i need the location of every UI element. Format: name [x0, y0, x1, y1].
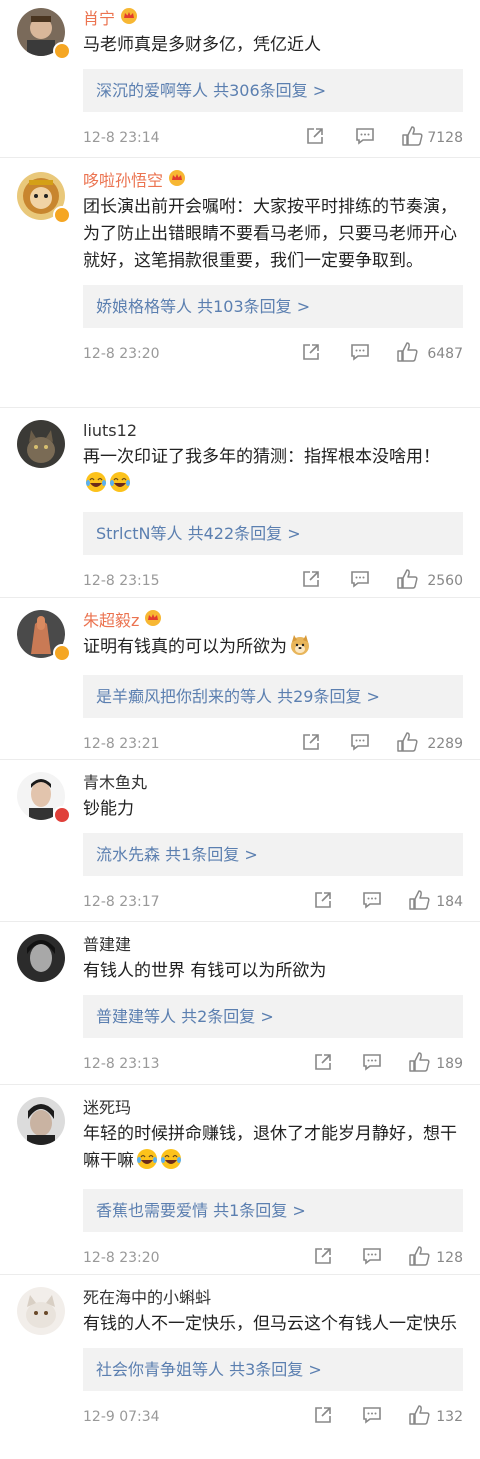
share-icon[interactable]	[301, 569, 321, 593]
comment-icon[interactable]	[362, 1246, 382, 1270]
avatar[interactable]	[17, 1097, 65, 1145]
verified-badge-icon	[53, 42, 71, 60]
avatar[interactable]	[17, 1287, 65, 1335]
comment-text: 有钱人的世界 有钱可以为所欲为	[83, 961, 327, 981]
thumbs-up-icon[interactable]	[396, 731, 418, 757]
like-count: 128	[436, 1250, 463, 1266]
comment-text: 钞能力	[83, 799, 134, 819]
comment-text: 再一次印证了我多年的猜测：指挥根本没啥用！	[83, 444, 463, 502]
comment-item: 死在海中的小蝌蚪 有钱的人不一定快乐，但马云这个有钱人一定快乐 社会你青争姐等人…	[0, 1275, 480, 1459]
verified-badge-icon	[53, 806, 71, 824]
comment-item: liuts12 再一次印证了我多年的猜测：指挥根本没啥用！ StrlctN等人 …	[0, 408, 480, 598]
timestamp: 12-8 23:20	[83, 1250, 160, 1266]
verified-badge-icon	[53, 644, 71, 662]
replies-link[interactable]: 流水先森 共1条回复 >	[83, 833, 463, 876]
replies-link[interactable]: 普建建等人 共2条回复 >	[83, 995, 463, 1038]
comment-meta: 12-8 23:14 7128	[83, 112, 463, 162]
username[interactable]: liuts12	[83, 420, 137, 442]
username[interactable]: 肖宁	[83, 8, 115, 30]
thumbs-up-icon[interactable]	[396, 341, 418, 367]
doge-emoji	[289, 634, 311, 665]
like-count: 7128	[427, 130, 463, 146]
comment-text: 马老师真是多财多亿，凭亿近人	[83, 35, 321, 55]
share-icon[interactable]	[301, 342, 321, 366]
replies-link[interactable]: 社会你青争姐等人 共3条回复 >	[83, 1348, 463, 1391]
username[interactable]: 死在海中的小蝌蚪	[83, 1287, 211, 1309]
verified-badge-icon	[53, 206, 71, 224]
comment-icon[interactable]	[362, 890, 382, 914]
comment-item: 青木鱼丸 钞能力 流水先森 共1条回复 > 12-8 23:17 184	[0, 760, 480, 922]
thumbs-up-icon[interactable]	[401, 125, 423, 151]
share-icon[interactable]	[305, 126, 325, 150]
username[interactable]: 青木鱼丸	[83, 772, 147, 794]
comment-text: 年轻的时候拼命赚钱，退休了才能岁月静好，想干嘛干嘛	[83, 1121, 463, 1179]
thumbs-up-icon[interactable]	[408, 1404, 430, 1430]
like-count: 189	[436, 1056, 463, 1072]
laughing-tears-emoji	[85, 471, 107, 502]
share-icon[interactable]	[313, 1246, 333, 1270]
thumbs-up-icon[interactable]	[396, 568, 418, 594]
username[interactable]: 朱超毅z	[83, 610, 139, 632]
vip-crown-icon	[143, 609, 163, 633]
laughing-tears-emoji	[109, 471, 131, 502]
like-count: 184	[436, 894, 463, 910]
share-icon[interactable]	[301, 732, 321, 756]
comment-text: 证明有钱真的可以为所欲为	[83, 634, 463, 665]
like-count: 132	[436, 1409, 463, 1425]
vip-crown-icon	[167, 169, 187, 193]
username[interactable]: 迷死玛	[83, 1097, 131, 1119]
timestamp: 12-8 23:17	[83, 894, 160, 910]
replies-link[interactable]: 香蕉也需要爱情 共1条回复 >	[83, 1189, 463, 1232]
share-icon[interactable]	[313, 1052, 333, 1076]
username[interactable]: 普建建	[83, 934, 131, 956]
replies-link[interactable]: StrlctN等人 共422条回复 >	[83, 512, 463, 555]
thumbs-up-icon[interactable]	[408, 889, 430, 915]
timestamp: 12-8 23:15	[83, 573, 160, 589]
username[interactable]: 哆啦孙悟空	[83, 170, 163, 192]
comment-icon[interactable]	[355, 126, 375, 150]
timestamp: 12-8 23:21	[83, 736, 160, 752]
comment-item: 普建建 有钱人的世界 有钱可以为所欲为 普建建等人 共2条回复 > 12-8 2…	[0, 922, 480, 1085]
thumbs-up-icon[interactable]	[408, 1051, 430, 1077]
replies-link[interactable]: 深沉的爱啊等人 共306条回复 >	[83, 69, 463, 112]
comment-meta: 12-9 07:34 132	[83, 1391, 463, 1441]
comment-meta: 12-8 23:20 6487	[83, 328, 463, 378]
comment-icon[interactable]	[350, 732, 370, 756]
comment-text: 有钱的人不一定快乐，但马云这个有钱人一定快乐	[83, 1314, 457, 1334]
thumbs-up-icon[interactable]	[408, 1245, 430, 1271]
like-count: 2289	[427, 736, 463, 752]
vip-crown-icon	[119, 7, 139, 31]
comment-item: 朱超毅z 证明有钱真的可以为所欲为 是羊癫风把你刮来的等人 共29条回复 > 1…	[0, 598, 480, 760]
comment-icon[interactable]	[362, 1405, 382, 1429]
avatar[interactable]	[17, 420, 65, 468]
comment-icon[interactable]	[362, 1052, 382, 1076]
share-icon[interactable]	[313, 1405, 333, 1429]
avatar[interactable]	[17, 934, 65, 982]
comment-item: 哆啦孙悟空 团长演出前开会嘱咐：大家按平时排练的节奏演，为了防止出错眼睛不要看马…	[0, 158, 480, 408]
timestamp: 12-9 07:34	[83, 1409, 160, 1425]
comment-text: 团长演出前开会嘱咐：大家按平时排练的节奏演，为了防止出错眼睛不要看马老师，只要马…	[83, 197, 457, 271]
comment-icon[interactable]	[350, 342, 370, 366]
share-icon[interactable]	[313, 890, 333, 914]
replies-link[interactable]: 是羊癫风把你刮来的等人 共29条回复 >	[83, 675, 463, 718]
laughing-tears-emoji	[160, 1148, 182, 1179]
comment-item: 肖宁 马老师真是多财多亿，凭亿近人 深沉的爱啊等人 共306条回复 > 12-8…	[0, 0, 480, 158]
like-count: 6487	[427, 346, 463, 362]
like-count: 2560	[427, 573, 463, 589]
comment-item: 迷死玛 年轻的时候拼命赚钱，退休了才能岁月静好，想干嘛干嘛 香蕉也需要爱情 共1…	[0, 1085, 480, 1275]
timestamp: 12-8 23:20	[83, 346, 160, 362]
comment-meta: 12-8 23:17 184	[83, 876, 463, 926]
timestamp: 12-8 23:14	[83, 130, 160, 146]
comment-icon[interactable]	[350, 569, 370, 593]
timestamp: 12-8 23:13	[83, 1056, 160, 1072]
laughing-tears-emoji	[136, 1148, 158, 1179]
replies-link[interactable]: 娇娘格格等人 共103条回复 >	[83, 285, 463, 328]
comment-meta: 12-8 23:13 189	[83, 1038, 463, 1088]
